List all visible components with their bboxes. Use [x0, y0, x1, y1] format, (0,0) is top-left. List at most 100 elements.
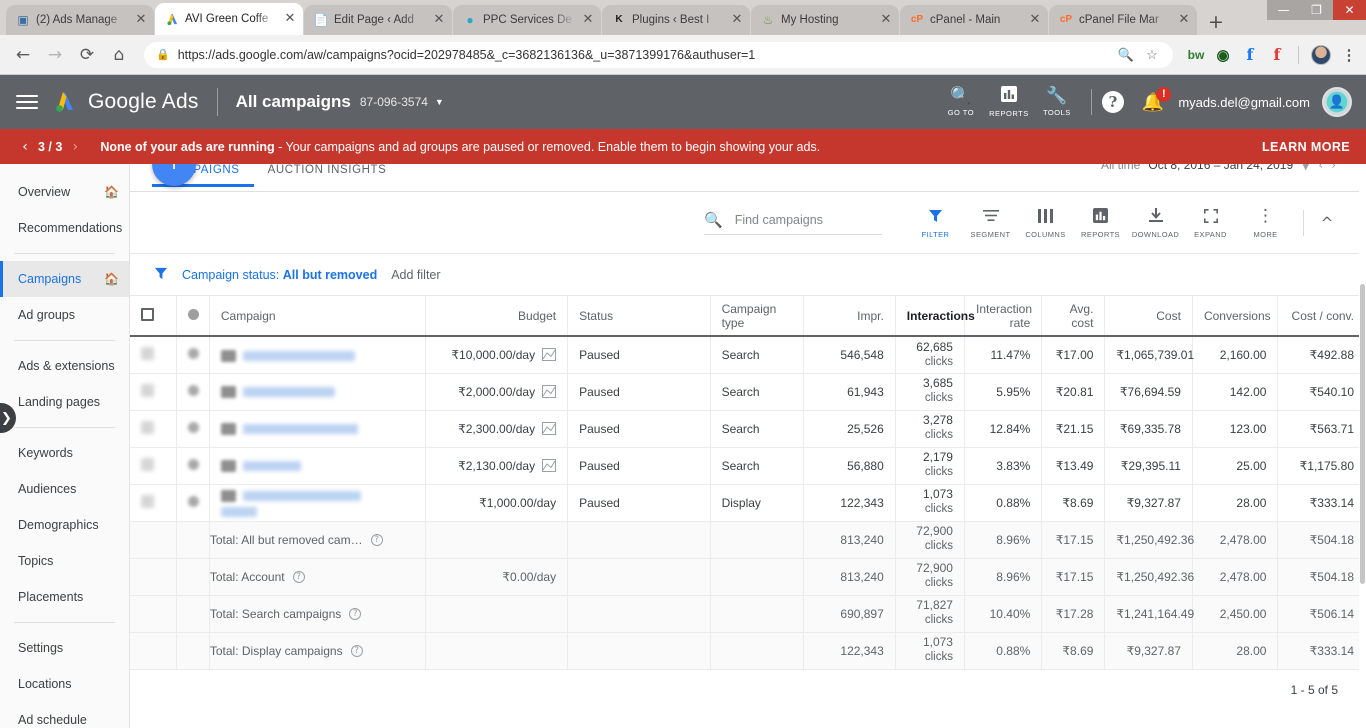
- row-status-dot-cell[interactable]: [176, 447, 210, 485]
- row-checkbox-cell[interactable]: [130, 336, 178, 374]
- reload-button[interactable]: ⟳: [72, 40, 102, 70]
- cell-budget[interactable]: ₹10,000.00/day: [425, 336, 569, 374]
- toolbar-more[interactable]: ⋮ MORE: [1238, 207, 1293, 239]
- checkbox-icon[interactable]: [141, 346, 154, 360]
- browser-tab[interactable]: AVI Green Coffe ✕: [155, 3, 303, 35]
- table-row[interactable]: ₹1,000.00/day Paused Display 122,343 1,073 cl…: [130, 484, 1366, 522]
- home-button[interactable]: ⌂: [104, 40, 134, 70]
- star-icon[interactable]: ☆: [1143, 47, 1161, 63]
- facebook-extension-icon[interactable]: f: [1241, 45, 1259, 64]
- facebook-pixel-extension-icon[interactable]: f: [1268, 45, 1286, 64]
- help-circle-icon[interactable]: ?: [350, 644, 363, 657]
- close-icon[interactable]: ✕: [581, 13, 595, 27]
- sidebar-item-ad-schedule[interactable]: Ad schedule: [0, 702, 129, 728]
- browser-tab[interactable]: K Plugins ‹ Best I ✕: [602, 5, 750, 35]
- close-icon[interactable]: ✕: [432, 13, 446, 27]
- scrollbar-thumb[interactable]: [1360, 284, 1365, 584]
- toolbar-columns[interactable]: COLUMNS: [1018, 207, 1073, 239]
- row-checkbox-cell[interactable]: [130, 447, 178, 485]
- cell-budget[interactable]: ₹2,000.00/day: [425, 373, 569, 411]
- help-circle-icon[interactable]: ?: [292, 570, 305, 583]
- back-button[interactable]: ←: [8, 40, 38, 70]
- status-dot-icon[interactable]: [188, 495, 200, 507]
- tab-auction-insights[interactable]: AUCTION INSIGHTS: [254, 164, 401, 184]
- sidebar-item-keywords[interactable]: Keywords: [0, 435, 129, 471]
- close-icon[interactable]: ✕: [283, 12, 297, 26]
- browser-tab[interactable]: ♨ My Hosting ✕: [751, 5, 899, 35]
- help-icon[interactable]: ?: [1101, 91, 1124, 113]
- chevron-down-icon[interactable]: ▼: [435, 97, 444, 107]
- cell-campaign[interactable]: [209, 373, 426, 411]
- address-bar[interactable]: 🔒 https://ads.google.com/aw/campaigns?oc…: [144, 41, 1173, 68]
- header-tool-tools[interactable]: 🔧 TOOLS: [1033, 87, 1081, 117]
- browser-tab[interactable]: cP cPanel - Main ✕: [900, 5, 1048, 35]
- chevron-up-icon[interactable]: ^: [1314, 214, 1340, 232]
- col-interaction-rate[interactable]: Interaction rate: [964, 296, 1043, 337]
- add-filter-button[interactable]: Add filter: [391, 268, 440, 282]
- col-conversions[interactable]: Conversions: [1192, 296, 1279, 337]
- toolbar-filter[interactable]: FILTER: [908, 207, 963, 239]
- status-dot-icon[interactable]: [188, 308, 200, 320]
- cell-budget[interactable]: ₹1,000.00/day: [425, 484, 569, 522]
- toolbar-segment[interactable]: SEGMENT: [963, 207, 1018, 239]
- table-row[interactable]: ₹2,300.00/day Paused Search 25,526 3,278 clic…: [130, 410, 1366, 448]
- sidebar-item-landing-pages[interactable]: Landing pages: [0, 384, 129, 420]
- table-row[interactable]: ₹10,000.00/day Paused Search 546,548 62,685 c…: [130, 336, 1366, 374]
- home-icon[interactable]: 🏠: [104, 272, 119, 286]
- row-checkbox-cell[interactable]: [130, 410, 178, 448]
- checkbox-icon[interactable]: [141, 307, 154, 321]
- col-campaign-type[interactable]: Campaign type: [710, 296, 805, 337]
- cell-budget[interactable]: ₹2,130.00/day: [425, 447, 569, 485]
- filter-chip-campaign-status[interactable]: Campaign status: All but removed: [182, 268, 377, 282]
- col-interactions[interactable]: Interactions: [895, 296, 975, 337]
- cell-campaign[interactable]: [209, 410, 426, 448]
- sidebar-item-ads-extensions[interactable]: Ads & extensions: [0, 348, 129, 384]
- bw-extension-icon[interactable]: bw: [1187, 46, 1205, 64]
- checkbox-icon[interactable]: [141, 420, 154, 434]
- toolbar-download[interactable]: DOWNLOAD: [1128, 207, 1183, 239]
- close-icon[interactable]: ✕: [134, 13, 148, 27]
- search-campaigns-box[interactable]: 🔍 Find campaigns: [704, 211, 882, 235]
- home-icon[interactable]: 🏠: [104, 185, 119, 199]
- checkbox-icon[interactable]: [141, 494, 154, 508]
- col-impr[interactable]: Impr.: [803, 296, 896, 337]
- alert-prev-icon[interactable]: ‹: [16, 139, 34, 155]
- status-dot-icon[interactable]: [188, 421, 200, 433]
- sidebar-item-ad-groups[interactable]: Ad groups: [0, 297, 129, 333]
- status-dot-icon[interactable]: [188, 458, 200, 470]
- checkbox-icon[interactable]: [141, 457, 154, 471]
- sidebar-item-placements[interactable]: Placements: [0, 579, 129, 615]
- profile-avatar[interactable]: [1311, 44, 1331, 65]
- sidebar-item-recommendations[interactable]: Recommendations: [0, 210, 129, 246]
- vertical-scrollbar[interactable]: [1359, 164, 1366, 728]
- row-status-dot-cell[interactable]: [176, 336, 210, 374]
- col-status[interactable]: Status: [567, 296, 711, 337]
- colorzilla-extension-icon[interactable]: ◉: [1214, 46, 1232, 64]
- col-cost-conv[interactable]: Cost / conv.: [1277, 296, 1366, 337]
- chrome-menu-icon[interactable]: ⋮: [1340, 46, 1358, 64]
- date-next-icon[interactable]: ›: [1331, 164, 1336, 172]
- checkbox-icon[interactable]: [141, 383, 154, 397]
- status-dot-icon[interactable]: [188, 384, 200, 396]
- zoom-icon[interactable]: 🔍: [1117, 47, 1135, 63]
- help-circle-icon[interactable]: ?: [370, 533, 383, 546]
- sidebar-item-campaigns[interactable]: Campaigns 🏠: [0, 261, 129, 297]
- google-ads-logo[interactable]: Google Ads: [52, 89, 199, 115]
- sidebar-item-demographics[interactable]: Demographics: [0, 507, 129, 543]
- close-icon[interactable]: ✕: [730, 13, 744, 27]
- sidebar-item-audiences[interactable]: Audiences: [0, 471, 129, 507]
- new-tab-button[interactable]: +: [1202, 9, 1230, 35]
- header-tool-reports[interactable]: REPORTS: [985, 86, 1033, 118]
- cell-campaign[interactable]: [209, 484, 426, 522]
- browser-tab[interactable]: 📄 Edit Page ‹ Add ✕: [304, 5, 452, 35]
- browser-tab[interactable]: ▣ (2) Ads Manage ✕: [6, 5, 154, 35]
- chevron-down-icon[interactable]: ▼: [1301, 164, 1310, 172]
- row-status-dot-cell[interactable]: [176, 484, 210, 522]
- col-budget[interactable]: Budget: [425, 296, 569, 337]
- hamburger-menu-icon[interactable]: [16, 95, 38, 109]
- notifications-button[interactable]: 🔔 !: [1142, 86, 1172, 113]
- close-icon[interactable]: ✕: [1028, 13, 1042, 27]
- search-input[interactable]: Find campaigns: [735, 213, 823, 227]
- sidebar-item-overview[interactable]: Overview 🏠: [0, 174, 129, 210]
- help-circle-icon[interactable]: ?: [349, 607, 362, 620]
